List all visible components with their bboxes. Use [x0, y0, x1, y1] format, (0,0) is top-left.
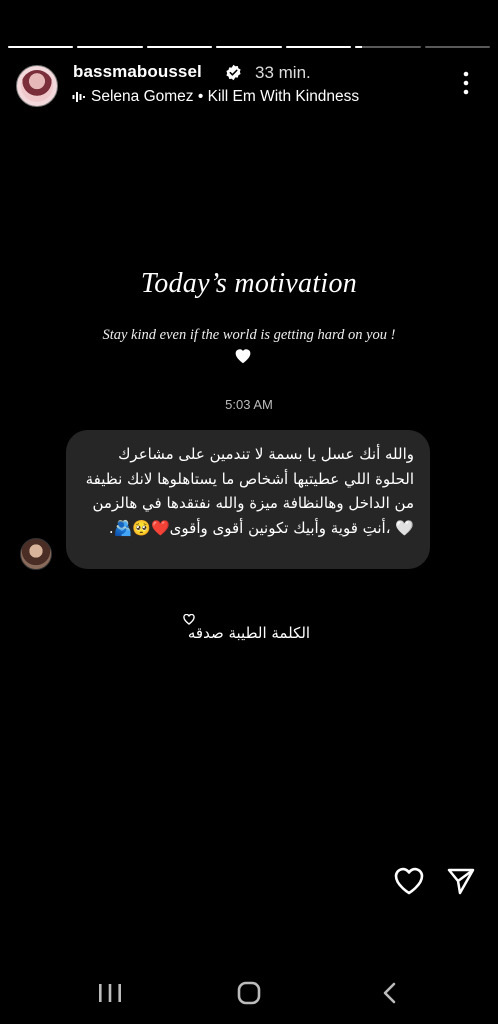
verified-badge-icon	[226, 64, 241, 81]
story-progress-segment	[146, 46, 213, 48]
send-icon[interactable]	[446, 866, 476, 896]
audio-wave-icon	[72, 92, 85, 102]
story-header: bassmaboussel 33 min. Selena Gomez • Kil…	[16, 60, 482, 110]
story-progress-bar	[8, 46, 490, 48]
heart-outline-icon[interactable]	[393, 866, 425, 896]
recent-apps-icon[interactable]	[96, 982, 124, 1004]
profile-avatar[interactable]	[16, 65, 58, 107]
system-navigation-bar	[0, 970, 498, 1014]
story-time: 33 min.	[255, 63, 311, 82]
story-progress-segment	[216, 46, 282, 48]
home-icon[interactable]	[236, 981, 262, 1005]
more-vertical-icon[interactable]	[456, 70, 476, 96]
story-progress-segment	[77, 46, 143, 48]
story-progress-segment	[424, 46, 490, 48]
sender-avatar	[20, 538, 52, 570]
white-heart-icon	[235, 349, 251, 364]
story-subtitle: Stay kind even if the world is getting h…	[102, 327, 396, 343]
username[interactable]: bassmaboussel	[73, 62, 202, 82]
story-progress-segment	[355, 46, 421, 48]
story-progress-segment	[8, 46, 74, 48]
message-text: والله أنك عسل يا بسمة لا تندمين على مشاع…	[85, 445, 414, 537]
message-timestamp: 5:03 AM	[225, 397, 273, 412]
back-icon[interactable]	[380, 981, 400, 1005]
story-progress-segment	[285, 46, 352, 48]
story-caption: الكلمة الطيبة صدقه	[187, 624, 311, 642]
music-label[interactable]: Selena Gomez • Kill Em With Kindness	[91, 88, 359, 106]
story-title: Today’s motivation	[140, 268, 358, 299]
